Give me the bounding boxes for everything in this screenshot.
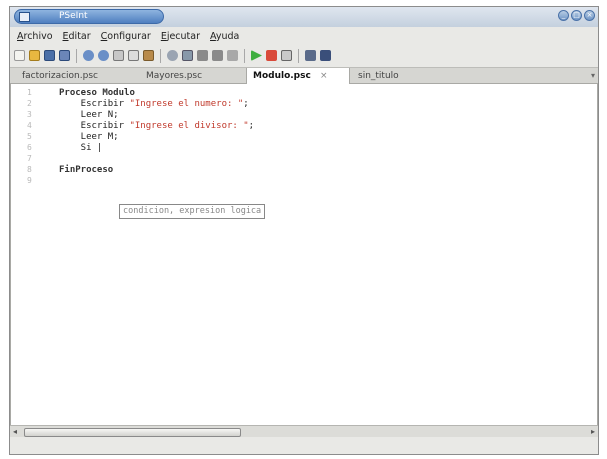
line-number: 6 bbox=[27, 143, 32, 152]
code-token: Si | bbox=[59, 143, 103, 153]
toolbar-separator bbox=[76, 48, 77, 63]
menu-configurar[interactable]: Configurar bbox=[101, 31, 151, 42]
toolbar bbox=[12, 46, 596, 65]
run-icon[interactable] bbox=[251, 50, 262, 61]
title-pill: PSeInt bbox=[14, 9, 164, 24]
line-number: 5 bbox=[27, 132, 32, 141]
code-line[interactable]: Leer N; bbox=[59, 110, 119, 120]
paste-icon[interactable] bbox=[143, 50, 154, 61]
save-as-icon[interactable] bbox=[59, 50, 70, 61]
find-icon[interactable] bbox=[167, 50, 178, 61]
tab-label: factorizacion.psc bbox=[22, 71, 98, 81]
menu-bar: Archivo Editar Configurar Ejecutar Ayuda bbox=[10, 27, 598, 45]
indent-icon[interactable] bbox=[197, 50, 208, 61]
line-number: 4 bbox=[27, 121, 32, 130]
line-number: 8 bbox=[27, 165, 32, 174]
save-icon[interactable] bbox=[44, 50, 55, 61]
autocomplete-tooltip: condicion, expresion logica bbox=[119, 204, 266, 219]
line-number: 7 bbox=[27, 154, 32, 163]
flowchart-icon[interactable] bbox=[305, 50, 316, 61]
code-line[interactable]: Proceso Modulo bbox=[59, 88, 135, 98]
line-number-gutter: 1 2 3 4 5 6 7 8 9 bbox=[11, 84, 47, 425]
code-line[interactable]: Escribir "Ingrese el numero: "; bbox=[59, 99, 249, 109]
scroll-right-icon[interactable]: ▸ bbox=[591, 427, 595, 436]
menu-editar[interactable]: Editar bbox=[63, 31, 91, 42]
menu-ayuda[interactable]: Ayuda bbox=[210, 31, 239, 42]
string-literal: "Ingrese el numero: " bbox=[129, 99, 244, 109]
window-title: PSeInt bbox=[59, 11, 88, 21]
debug-icon[interactable] bbox=[281, 50, 292, 61]
new-file-icon[interactable] bbox=[14, 50, 25, 61]
menu-archivo[interactable]: Archivo bbox=[17, 31, 53, 42]
line-number: 2 bbox=[27, 99, 32, 108]
code-token: ; bbox=[248, 121, 255, 131]
tab-label: sin_titulo bbox=[358, 71, 399, 81]
code-token: Escribir bbox=[59, 121, 130, 131]
replace-icon[interactable] bbox=[182, 50, 193, 61]
line-number: 9 bbox=[27, 176, 32, 185]
code-editor[interactable]: 1 2 3 4 5 6 7 8 9 Proceso Modulo Escribir "Ingre… bbox=[10, 84, 598, 425]
tab-label: Mayores.psc bbox=[146, 71, 203, 81]
status-bar bbox=[10, 437, 598, 454]
code-line[interactable]: Escribir "Ingrese el divisor: "; bbox=[59, 121, 254, 131]
toolbar-separator bbox=[160, 48, 161, 63]
window-controls: _ □ × bbox=[556, 10, 595, 24]
tab-sin-titulo[interactable]: sin_titulo bbox=[352, 68, 442, 84]
tab-modulo[interactable]: Modulo.psc × bbox=[246, 68, 350, 84]
scrollbar-thumb[interactable] bbox=[24, 428, 241, 437]
code-line[interactable]: Leer M; bbox=[59, 132, 119, 142]
copy-icon[interactable] bbox=[128, 50, 139, 61]
minimize-icon[interactable]: _ bbox=[558, 10, 569, 21]
line-number: 1 bbox=[27, 88, 32, 97]
help-icon[interactable] bbox=[320, 50, 331, 61]
line-number: 3 bbox=[27, 110, 32, 119]
redo-icon[interactable] bbox=[98, 50, 109, 61]
close-icon[interactable]: × bbox=[584, 10, 595, 21]
code-token: ; bbox=[243, 99, 249, 109]
tab-bar: factorizacion.psc Mayores.psc Modulo.psc… bbox=[10, 67, 598, 84]
unindent-icon[interactable] bbox=[212, 50, 223, 61]
tab-mayores[interactable]: Mayores.psc bbox=[140, 68, 240, 84]
code-line[interactable]: Si | bbox=[59, 143, 103, 153]
comment-icon[interactable] bbox=[227, 50, 238, 61]
step-icon[interactable] bbox=[266, 50, 277, 61]
code-line[interactable]: FinProceso bbox=[59, 165, 113, 175]
keyword: FinProceso bbox=[59, 165, 114, 175]
code-token: Leer M; bbox=[59, 132, 119, 142]
cut-icon[interactable] bbox=[113, 50, 124, 61]
undo-icon[interactable] bbox=[83, 50, 94, 61]
tab-factorizacion[interactable]: factorizacion.psc bbox=[16, 68, 134, 84]
tab-close-icon[interactable]: × bbox=[320, 71, 328, 81]
tab-label: Modulo.psc bbox=[253, 71, 311, 81]
title-bar[interactable]: PSeInt _ □ × bbox=[10, 7, 598, 27]
keyword: Proceso Modulo bbox=[59, 88, 135, 98]
main-window: PSeInt _ □ × Archivo Editar Configurar E… bbox=[9, 6, 599, 455]
menu-ejecutar[interactable]: Ejecutar bbox=[161, 31, 200, 42]
code-token: Leer N; bbox=[59, 110, 119, 120]
maximize-icon[interactable]: □ bbox=[571, 10, 582, 21]
tab-menu-icon[interactable]: ▾ bbox=[591, 68, 595, 84]
app-icon[interactable] bbox=[19, 12, 30, 22]
toolbar-separator bbox=[244, 48, 245, 63]
horizontal-scrollbar[interactable]: ◂ ▸ bbox=[10, 425, 598, 437]
string-literal: "Ingrese el divisor: " bbox=[129, 121, 249, 131]
scroll-left-icon[interactable]: ◂ bbox=[13, 427, 17, 436]
open-file-icon[interactable] bbox=[29, 50, 40, 61]
toolbar-separator bbox=[298, 48, 299, 63]
code-token: Escribir bbox=[59, 99, 130, 109]
